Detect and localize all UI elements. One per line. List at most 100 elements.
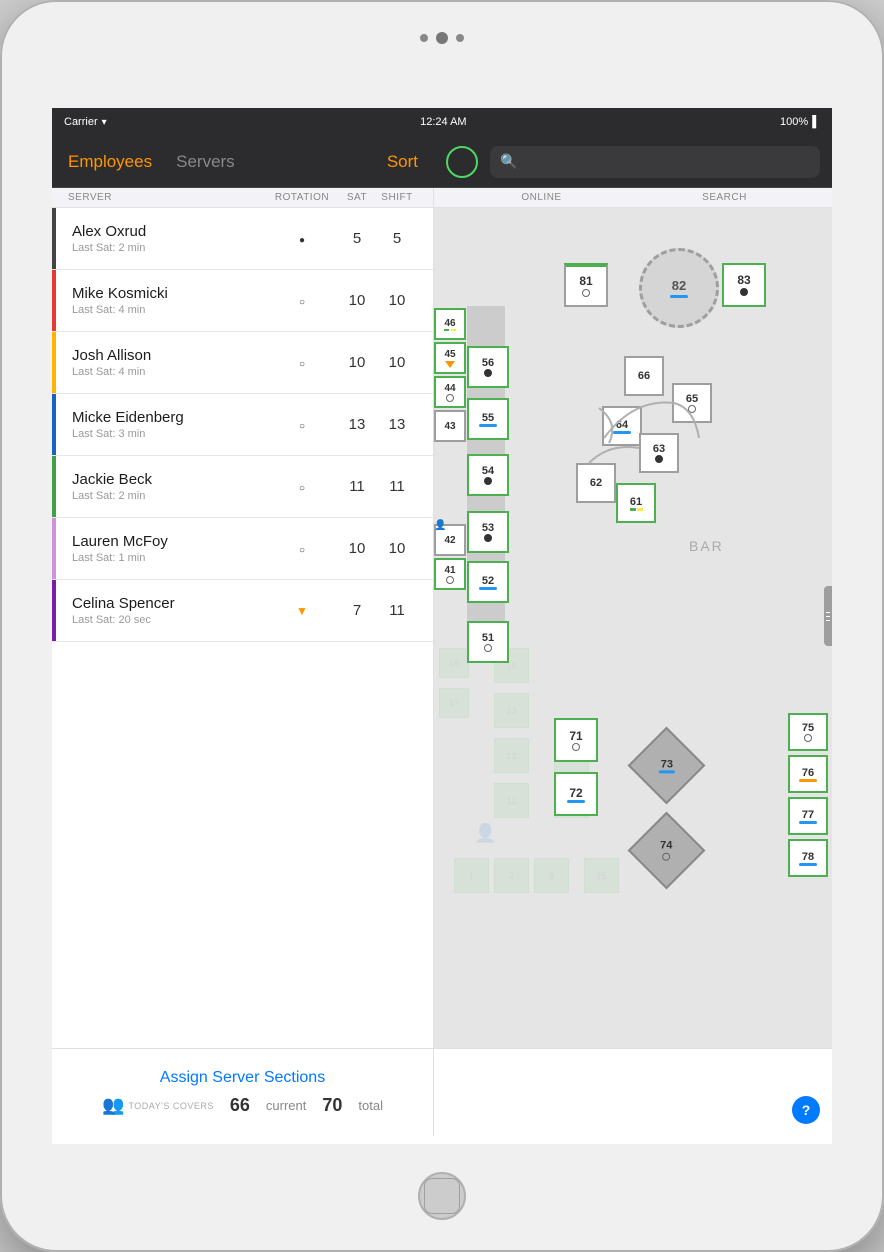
list-item[interactable]: Celina Spencer Last Sat: 20 sec ▼ 7 11 (52, 580, 433, 642)
table-45[interactable]: 45 (434, 342, 466, 374)
nav-right: 🔍 (434, 146, 832, 178)
employee-info: Micke Eidenberg Last Sat: 3 min (68, 409, 267, 440)
table-56[interactable]: 56 (467, 346, 509, 388)
home-button-inner (424, 1178, 460, 1214)
color-bar (52, 518, 56, 579)
table-71[interactable]: 71 (554, 718, 598, 762)
table-77[interactable]: 77 (788, 797, 828, 835)
employee-info: Lauren McFoy Last Sat: 1 min (68, 533, 267, 564)
home-button[interactable] (418, 1172, 466, 1220)
list-item[interactable]: Micke Eidenberg Last Sat: 3 min ○ 13 13 (52, 394, 433, 456)
table-61[interactable]: 61 (616, 483, 656, 523)
employee-sub: Last Sat: 2 min (72, 490, 267, 502)
status-bar: Carrier ▾ 12:24 AM 100% ▌ (52, 108, 832, 136)
table-52[interactable]: 52 (467, 561, 509, 603)
right-column-tables: 75 76 77 78 (788, 713, 828, 877)
employee-shift: 11 (377, 478, 417, 495)
status-time: 12:24 AM (420, 116, 466, 128)
employee-shift: 11 (377, 602, 417, 619)
employee-name: Josh Allison (72, 347, 267, 364)
list-item[interactable]: Alex Oxrud Last Sat: 2 min ● 5 5 (52, 208, 433, 270)
sort-button[interactable]: Sort (387, 152, 418, 172)
device-camera-area (420, 32, 464, 44)
table-44[interactable]: 44 (434, 376, 466, 408)
nav-bar: Employees Servers Sort 🔍 (52, 136, 832, 188)
color-bar (52, 394, 56, 455)
employee-sub: Last Sat: 1 min (72, 552, 267, 564)
table-53[interactable]: 53 (467, 511, 509, 553)
front-camera (436, 32, 448, 44)
employee-rotation: ● (267, 230, 337, 248)
nav-left: Employees Servers Sort (52, 152, 434, 172)
table-62[interactable]: 62 (576, 463, 616, 503)
col-sat-header: SAT (337, 192, 377, 203)
employee-info: Mike Kosmicki Last Sat: 4 min (68, 285, 267, 316)
employee-shift: 13 (377, 416, 417, 433)
color-bar (52, 456, 56, 517)
screen: Carrier ▾ 12:24 AM 100% ▌ Employees Serv… (52, 108, 832, 1144)
status-right: 100% ▌ (780, 116, 820, 128)
col-search-header: SEARCH (633, 192, 816, 203)
covers-icon: 👥 (102, 1095, 124, 1116)
bottom-left: Assign Server Sections 👥 TODAY'S COVERS … (52, 1049, 434, 1136)
list-item[interactable]: Mike Kosmicki Last Sat: 4 min ○ 10 10 (52, 270, 433, 332)
employee-info: Alex Oxrud Last Sat: 2 min (68, 223, 267, 254)
table-76[interactable]: 76 (788, 755, 828, 793)
table-55[interactable]: 55 (467, 398, 509, 440)
list-item[interactable]: Josh Allison Last Sat: 4 min ○ 10 10 (52, 332, 433, 394)
color-bar (52, 580, 56, 641)
side-panel[interactable] (824, 586, 832, 646)
color-bar (52, 332, 56, 393)
assign-server-sections-button[interactable]: Assign Server Sections (160, 1069, 325, 1087)
help-button[interactable]: ? (792, 1096, 820, 1124)
table-82[interactable]: 82 (639, 248, 719, 328)
home-button-area[interactable] (418, 1172, 466, 1220)
table-66[interactable]: 66 (624, 356, 664, 396)
table-72[interactable]: 72 (554, 772, 598, 816)
bottom-right: ? (434, 1049, 832, 1136)
map-area: 16 13 12 11 5 4 18 17 3 2 1 25 👤 (434, 208, 832, 1048)
table-81[interactable]: 81 (564, 263, 608, 307)
employee-shift: 10 (377, 540, 417, 557)
employee-sub: Last Sat: 2 min (72, 242, 267, 254)
table-42[interactable]: 42 👤 (434, 524, 466, 556)
list-item[interactable]: Lauren McFoy Last Sat: 1 min ○ 10 10 (52, 518, 433, 580)
col-headers-right: ONLINE SEARCH (434, 188, 832, 207)
employee-name: Mike Kosmicki (72, 285, 267, 302)
table-54[interactable]: 54 (467, 454, 509, 496)
main-content: Alex Oxrud Last Sat: 2 min ● 5 5 Mike Ko… (52, 208, 832, 1048)
vertical-panel: 56 55 54 53 (467, 306, 505, 646)
employee-rotation: ○ (267, 416, 337, 434)
col-online-header: ONLINE (450, 192, 633, 203)
color-bar (52, 208, 56, 269)
employee-sub: Last Sat: 4 min (72, 304, 267, 316)
table-64[interactable]: 64 (602, 406, 642, 446)
online-indicator[interactable] (446, 146, 478, 178)
search-icon: 🔍 (500, 153, 517, 170)
employee-sub: Last Sat: 20 sec (72, 614, 267, 626)
table-43[interactable]: 43 (434, 410, 466, 442)
bar-label: BAR (689, 538, 724, 554)
table-78[interactable]: 78 (788, 839, 828, 877)
employee-rotation: ○ (267, 354, 337, 372)
tab-servers[interactable]: Servers (176, 152, 235, 172)
col-server-header: SERVER (68, 192, 267, 203)
table-41[interactable]: 41 (434, 558, 466, 590)
employee-sat: 10 (337, 354, 377, 371)
table-65[interactable]: 65 (672, 383, 712, 423)
search-bar[interactable]: 🔍 (490, 146, 820, 178)
device-frame: Carrier ▾ 12:24 AM 100% ▌ Employees Serv… (0, 0, 884, 1252)
employee-sat: 7 (337, 602, 377, 619)
table-63[interactable]: 63 (639, 433, 679, 473)
covers-row: 👥 TODAY'S COVERS 66 current 70 total (102, 1095, 383, 1116)
employee-sat: 13 (337, 416, 377, 433)
list-item[interactable]: Jackie Beck Last Sat: 2 min ○ 11 11 (52, 456, 433, 518)
employee-rotation: ▼ (267, 602, 337, 620)
table-51[interactable]: 51 (467, 621, 509, 663)
employee-name: Celina Spencer (72, 595, 267, 612)
tab-employees[interactable]: Employees (68, 152, 152, 172)
table-46[interactable]: 46 (434, 308, 466, 340)
table-75[interactable]: 75 (788, 713, 828, 751)
current-covers-label: current (266, 1098, 306, 1113)
table-83[interactable]: 83 (722, 263, 766, 307)
